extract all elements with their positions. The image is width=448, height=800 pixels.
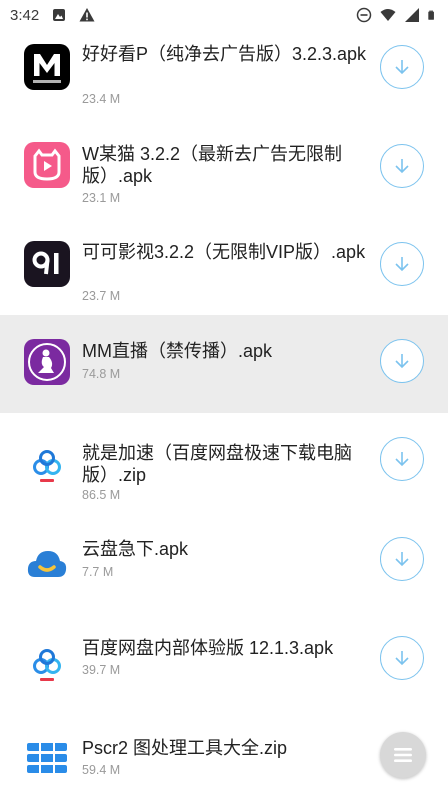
91-logo-icon [24,241,70,287]
file-size: 23.4 M [82,92,121,106]
file-size: 39.7 M [82,663,121,677]
file-title: 百度网盘内部体验版 12.1.3.apk [82,638,334,658]
file-title: MM直播（禁传播）.apk [82,341,273,361]
download-arrow-icon [395,651,409,666]
download-button[interactable] [380,45,424,89]
list-item[interactable]: 可可影视3.2.2（无限制VIP版）.apk 23.7 M [0,214,448,312]
download-arrow-icon [395,552,409,567]
list-item[interactable]: 云盘急下.apk 7.7 M [0,511,448,609]
file-size: 23.7 M [82,289,121,303]
battery-icon [428,10,434,20]
file-title: Pscr2 图处理工具大全.zip [82,738,288,758]
download-button[interactable] [380,242,424,286]
download-button[interactable] [380,144,424,188]
photo-notification-icon [53,9,66,21]
list-item[interactable]: 就是加速（百度网盘极速下载电脑版）.zip 86.5 M [0,413,448,511]
file-list: 好好看P（纯净去广告版）3.2.3.apk 23.4 M W某猫 3.2.2（最… [0,30,448,800]
menu-icon [394,748,412,762]
file-title: 云盘急下.apk [82,539,189,559]
mm-live-icon [24,339,70,385]
download-arrow-icon [395,452,409,467]
baidu-pan-icon [24,642,70,688]
file-title: 可可影视3.2.2（无限制VIP版）.apk [82,242,366,262]
file-title: 好好看P（纯净去广告版）3.2.3.apk [82,44,367,64]
download-button[interactable] [380,437,424,481]
menu-fab-button[interactable] [380,732,426,778]
wifi-icon [380,9,396,21]
do-not-disturb-icon [356,7,372,23]
baidu-pan-icon [24,443,70,489]
file-title: 就是加速（百度网盘极速下载电脑版）.zip [82,443,352,485]
warning-icon [79,8,95,22]
file-size: 86.5 M [82,488,121,502]
list-item[interactable]: W某猫 3.2.2（最新去广告无限制版）.apk 23.1 M [0,116,448,214]
status-time: 3:42 [10,6,40,24]
download-arrow-icon [395,159,409,174]
file-title: W某猫 3.2.2（最新去广告无限制版）.apk [82,144,343,186]
download-button[interactable] [380,339,424,383]
blue-bars-icon [24,735,70,781]
list-item[interactable]: 百度网盘内部体验版 12.1.3.apk 39.7 M [0,620,448,718]
cat-play-icon [24,142,70,188]
m-logo-icon [24,44,70,90]
file-size: 59.4 M [82,763,121,777]
list-item[interactable]: 好好看P（纯净去广告版）3.2.3.apk 23.4 M [0,30,448,106]
cloud-icon [24,541,70,587]
file-size: 23.1 M [82,191,121,205]
signal-icon [405,8,419,22]
download-button[interactable] [380,537,424,581]
file-size: 7.7 M [82,565,114,579]
download-button[interactable] [380,636,424,680]
list-item[interactable]: MM直播（禁传播）.apk 74.8 M [0,315,448,413]
file-size: 74.8 M [82,367,121,381]
download-arrow-icon [395,354,409,369]
download-arrow-icon [395,257,409,272]
download-arrow-icon [395,60,409,75]
status-bar: 3:42 [0,0,448,30]
